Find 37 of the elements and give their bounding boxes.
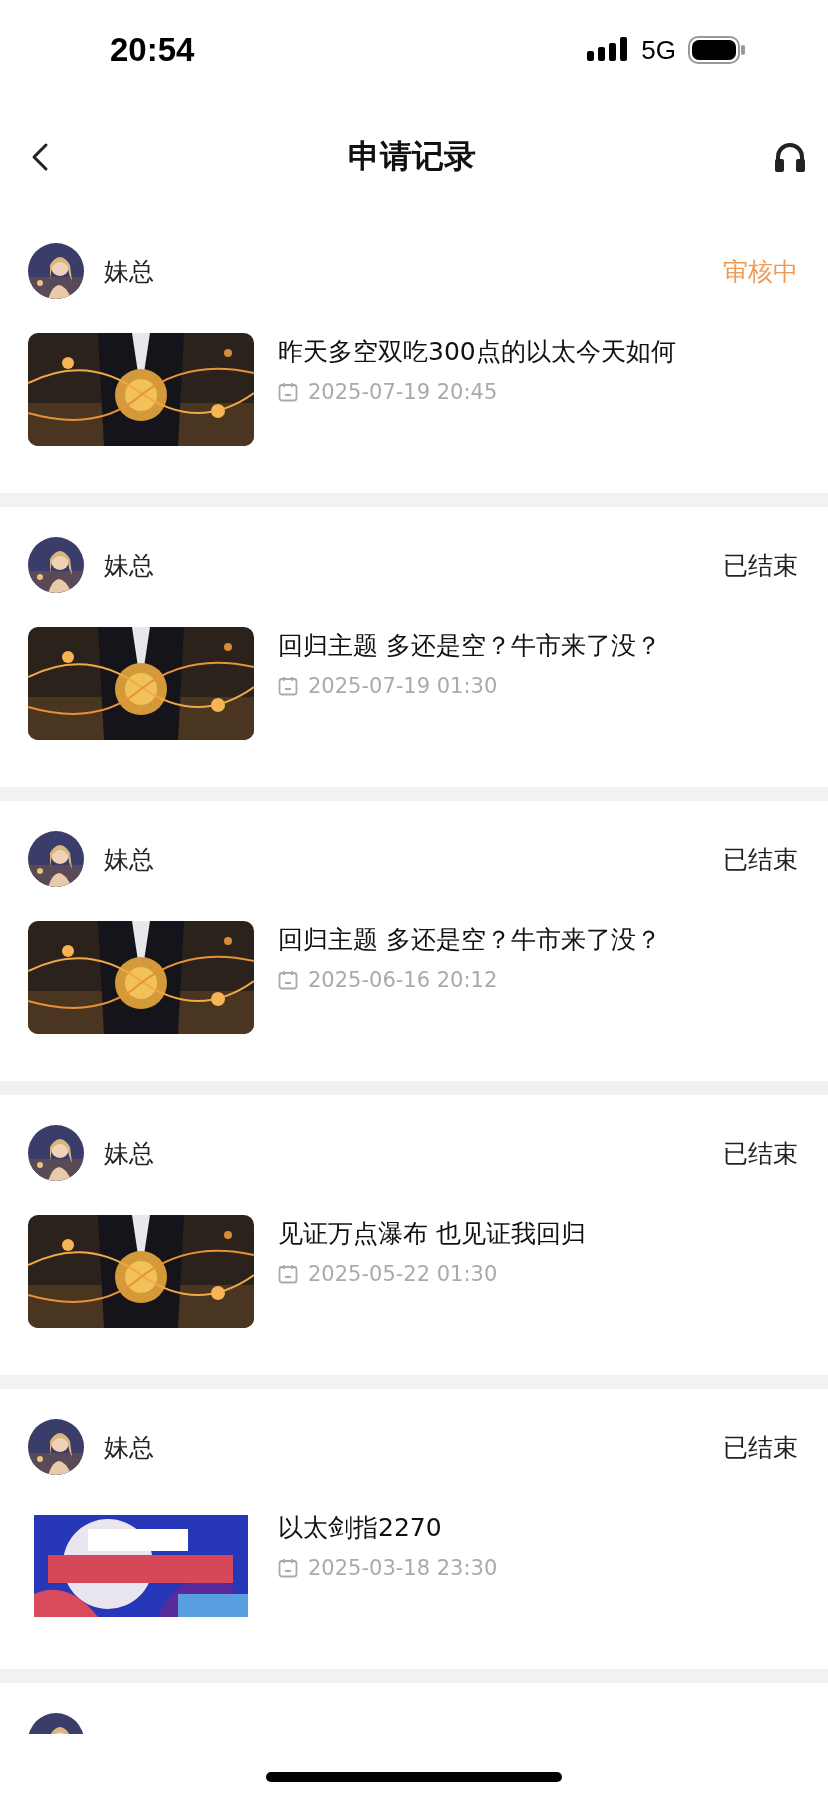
avatar xyxy=(28,831,84,887)
user-name: 妹总 xyxy=(104,255,154,288)
user-name: 妹总 xyxy=(104,1137,154,1170)
headset-icon[interactable] xyxy=(774,141,806,172)
user-name: 妹总 xyxy=(104,549,154,582)
record-date: 2025-06-16 20:12 xyxy=(308,968,498,992)
record-date: 2025-07-19 01:30 xyxy=(308,674,498,698)
battery-icon xyxy=(688,36,746,64)
record-title: 以太剑指2270 xyxy=(278,1512,443,1544)
record-date: 2025-07-19 20:45 xyxy=(308,380,498,404)
record-title: 回归主题 多还是空？牛市来了没？ xyxy=(278,924,661,956)
user-name: 妹总 xyxy=(104,1431,154,1464)
signal-icon xyxy=(587,37,630,63)
user-name: 妹总 xyxy=(104,843,154,876)
record-date: 2025-05-22 01:30 xyxy=(308,1262,498,1286)
calendar-icon xyxy=(278,970,298,990)
record-date: 2025-03-18 23:30 xyxy=(308,1556,498,1580)
page-title: 申请记录 xyxy=(348,135,476,177)
back-icon[interactable] xyxy=(30,141,50,172)
calendar-icon xyxy=(278,1264,298,1284)
avatar xyxy=(28,1125,84,1181)
status-label: 已结束 xyxy=(723,1431,798,1464)
network-label: 5G xyxy=(641,34,676,66)
avatar xyxy=(28,1419,84,1475)
record-title: 回归主题 多还是空？牛市来了没？ xyxy=(278,630,661,662)
record-title: 见证万点瀑布 也见证我回归 xyxy=(278,1218,586,1250)
clock: 20:54 xyxy=(110,31,195,69)
status-label: 已结束 xyxy=(723,843,798,876)
avatar xyxy=(28,537,84,593)
record-title: 昨天多空双吃300点的以太今天如何 xyxy=(278,336,676,368)
calendar-icon xyxy=(278,382,298,402)
calendar-icon xyxy=(278,1558,298,1578)
status-label: 已结束 xyxy=(723,549,798,582)
status-label: 审核中 xyxy=(723,255,798,288)
calendar-icon xyxy=(278,676,298,696)
avatar xyxy=(28,243,84,299)
status-label: 已结束 xyxy=(723,1137,798,1170)
